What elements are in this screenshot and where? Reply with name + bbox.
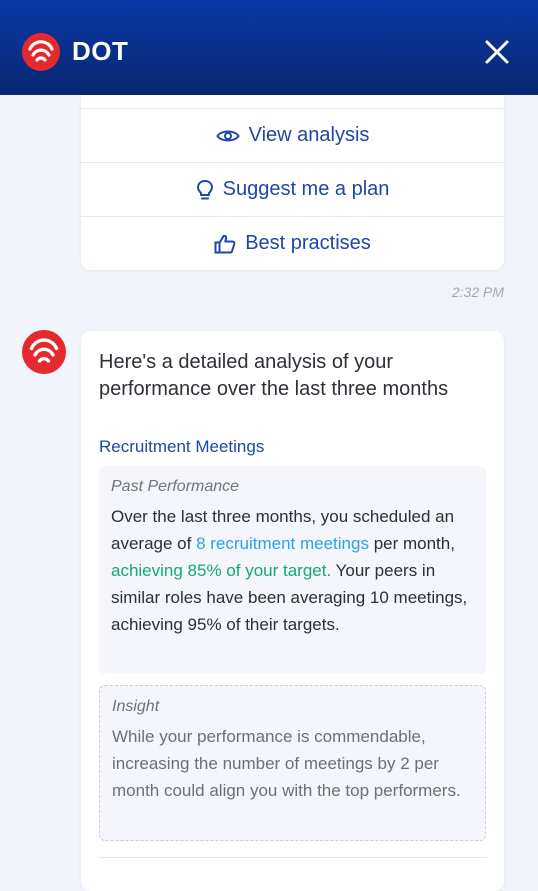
app-title: DOT [72,36,129,66]
target-highlight: achieving 85% of your target. [111,561,332,580]
bot-avatar-icon [22,330,66,374]
section-title: Recruitment Meetings [99,437,265,456]
close-icon[interactable] [483,38,511,66]
past-performance-text: Over the last three months, you schedule… [111,503,481,638]
analysis-message-card: Here's a detailed analysis of your perfo… [81,331,504,891]
eye-icon [215,130,240,141]
message-intro: Here's a detailed analysis of your perfo… [99,351,449,400]
view-analysis-label: View analysis [248,124,370,146]
divider [99,857,486,858]
dot-logo-icon [22,33,60,71]
insight-label: Insight [112,698,160,715]
insight-box: Insight While your performance is commen… [99,685,486,841]
best-practises-label: Best practises [245,232,371,254]
thumbs-up-icon [214,234,236,253]
past-performance-label: Past Performance [111,478,240,495]
best-practises-button[interactable]: Best practises [81,216,504,270]
lightbulb-icon [196,179,213,199]
view-analysis-button[interactable]: View analysis [81,108,504,162]
suggest-plan-button[interactable]: Suggest me a plan [81,162,504,216]
past-performance-box: Past Performance Over the last three mon… [99,466,486,674]
quick-options-card: View analysis Suggest me a plan Best pra… [81,95,504,270]
message-timestamp: 2:32 PM [451,284,504,300]
insight-text: While your performance is commendable, i… [112,727,461,800]
meetings-highlight: 8 recruitment meetings [196,534,369,553]
suggest-plan-label: Suggest me a plan [222,178,390,200]
past-text-part-2: per month, [368,534,455,553]
app-header: DOT [0,0,538,95]
